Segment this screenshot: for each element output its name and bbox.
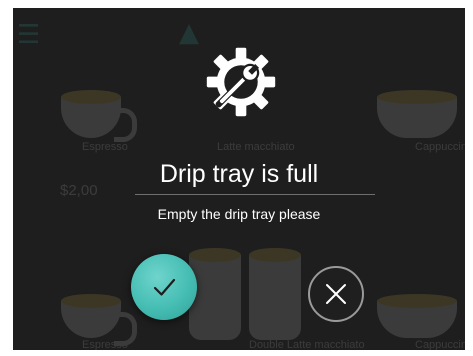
dialog-message: Empty the drip tray please xyxy=(157,206,321,222)
gear-wrench-icon xyxy=(206,47,276,117)
drip-tray-dialog: Drip tray is full Empty the drip tray pl… xyxy=(13,8,465,350)
cancel-button[interactable] xyxy=(308,266,364,322)
dialog-title: Drip tray is full xyxy=(159,160,319,188)
machine-screen: ☰ ▲ Espresso Latte macchiato Cappuccino … xyxy=(13,8,465,350)
checkmark-icon xyxy=(153,278,176,296)
confirm-button[interactable] xyxy=(131,254,197,320)
divider xyxy=(135,194,375,195)
close-icon xyxy=(326,284,346,304)
